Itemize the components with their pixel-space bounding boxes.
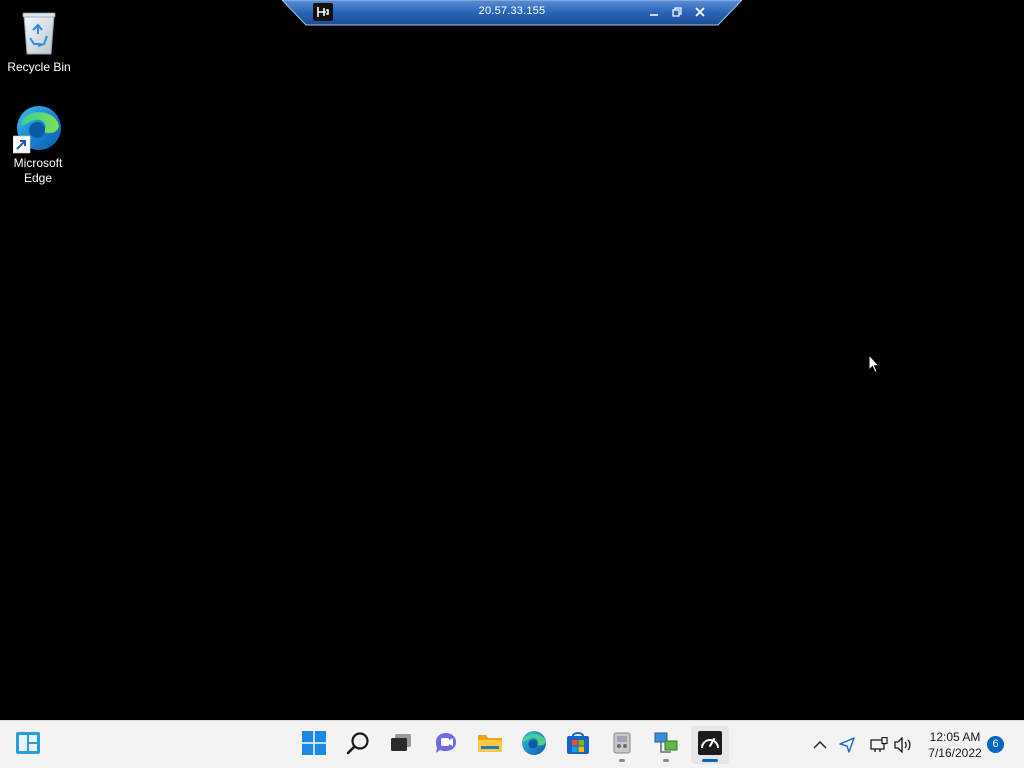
taskbar: 12:05 AM 7/16/2022 6: [0, 720, 1024, 768]
location-icon[interactable]: [837, 735, 857, 755]
edge-icon: [521, 730, 547, 761]
windows-logo-icon: [302, 730, 326, 760]
taskbar-task-view-button[interactable]: [382, 726, 420, 764]
network-status-icon[interactable]: [869, 735, 889, 755]
clock-time: 12:05 AM: [929, 730, 981, 744]
task-view-icon: [389, 732, 413, 759]
teams-chat-icon: [433, 731, 459, 760]
chevron-up-icon[interactable]: [810, 735, 830, 755]
store-icon: [565, 731, 591, 760]
desktop-icon-label: Recycle Bin: [7, 60, 71, 74]
utility-icon: [609, 730, 635, 761]
taskbar-chat-button[interactable]: [427, 726, 465, 764]
taskbar-store-button[interactable]: [559, 726, 597, 764]
desktop: Recycle Bin Microsoft Edge 20.57.33.155: [0, 0, 1024, 720]
taskbar-app-speedometer-button[interactable]: [691, 726, 729, 764]
edge-icon: [12, 104, 63, 154]
close-icon[interactable]: [692, 4, 708, 20]
taskbar-widgets-button[interactable]: [9, 726, 47, 764]
taskbar-app-network-button[interactable]: [647, 726, 685, 764]
restore-icon[interactable]: [669, 4, 685, 20]
mouse-cursor-icon: [868, 353, 881, 379]
remote-desktop-connection-bar[interactable]: 20.57.33.155: [282, 0, 742, 26]
running-indicator: [702, 759, 718, 762]
recycle-bin-icon: [14, 8, 64, 58]
desktop-icon-recycle-bin[interactable]: Recycle Bin: [1, 8, 77, 75]
network-icon: [653, 730, 679, 761]
minimize-icon[interactable]: [646, 4, 662, 20]
clock-date: 7/16/2022: [928, 746, 982, 760]
desktop-icon-label: Microsoft Edge: [13, 156, 63, 185]
taskbar-app-utility-button[interactable]: [603, 726, 641, 764]
desktop-icon-microsoft-edge[interactable]: Microsoft Edge: [0, 104, 76, 186]
folder-icon: [477, 732, 503, 759]
widgets-icon: [15, 731, 41, 760]
running-indicator: [619, 759, 625, 762]
running-indicator: [663, 759, 669, 762]
volume-icon[interactable]: [894, 735, 914, 755]
notification-badge[interactable]: 6: [987, 736, 1004, 753]
search-icon: [346, 731, 370, 760]
system-clock[interactable]: 12:05 AM 7/16/2022: [920, 729, 990, 761]
taskbar-search-button[interactable]: [339, 726, 377, 764]
taskbar-start-button[interactable]: [295, 726, 333, 764]
speedometer-icon: [697, 730, 723, 761]
taskbar-file-explorer-button[interactable]: [471, 726, 509, 764]
taskbar-edge-button[interactable]: [515, 726, 553, 764]
